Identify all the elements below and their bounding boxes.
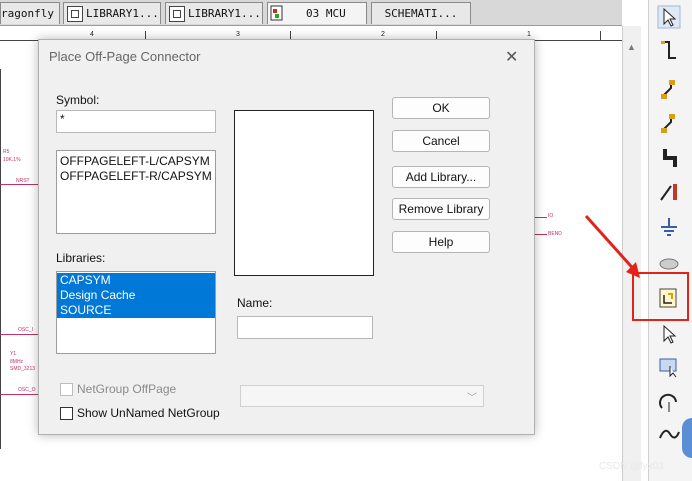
tab-dragonfly[interactable]: ragonfly: [0, 2, 60, 24]
select-icon[interactable]: [657, 322, 681, 346]
chevron-down-icon: ﹀: [467, 393, 477, 404]
netgroup-combo[interactable]: ﹀: [240, 385, 484, 407]
bus-entry-icon[interactable]: [657, 78, 681, 102]
schematic-label: Y1: [10, 351, 17, 357]
wire-icon[interactable]: [657, 38, 681, 62]
power-icon[interactable]: [657, 180, 681, 204]
ground-icon[interactable]: [657, 215, 681, 239]
tab-label: ragonfly: [1, 7, 54, 20]
tab-library-1[interactable]: LIBRARY1...: [63, 2, 161, 24]
scroll-up-icon[interactable]: ▲: [627, 42, 636, 52]
symbol-label: Symbol:: [56, 93, 100, 107]
tab-label: LIBRARY1...: [188, 7, 261, 20]
symbol-list[interactable]: OFFPAGELEFT-L/CAPSYM OFFPAGELEFT-R/CAPSY…: [56, 150, 216, 234]
schematic-label: BEND: [548, 231, 562, 237]
no-connect-icon[interactable]: [657, 250, 681, 274]
ok-button[interactable]: OK: [392, 97, 490, 119]
tab-label: SCHEMATI...: [384, 7, 458, 20]
list-item[interactable]: OFFPAGELEFT-L/CAPSYM: [57, 154, 215, 169]
netgroup-offpage-label: NetGroup OffPage: [77, 382, 177, 396]
schematic-label: OSC_O: [18, 387, 36, 393]
list-item[interactable]: SOURCE: [57, 303, 215, 318]
place-toolbar: [648, 0, 692, 481]
ruler-tick: 2: [381, 31, 385, 38]
tab-schematic[interactable]: SCHEMATI...: [371, 2, 471, 24]
ruler-tick: 3: [236, 31, 240, 38]
tab-library-2[interactable]: LIBRARY1...: [165, 2, 263, 24]
floating-assistant-button[interactable]: [682, 418, 692, 458]
bezier-icon[interactable]: [657, 422, 681, 446]
select-arrow-icon[interactable]: [657, 5, 681, 29]
net-alias-icon[interactable]: [657, 112, 681, 136]
schematic-label: R5: [3, 149, 10, 155]
name-input[interactable]: [237, 316, 373, 339]
list-item[interactable]: Design Cache: [57, 288, 215, 303]
list-item[interactable]: OFFPAGELEFT-R/CAPSYM: [57, 169, 215, 184]
close-icon[interactable]: ✕: [505, 47, 518, 67]
show-unnamed-netgroup-checkbox[interactable]: [60, 407, 73, 420]
library-icon: [169, 6, 185, 22]
ruler-tick: 4: [90, 31, 94, 38]
libraries-label: Libraries:: [56, 251, 106, 265]
schematic-label: IO: [548, 213, 554, 219]
schematic-label: SMD_3213: [10, 366, 36, 372]
help-button[interactable]: Help: [392, 231, 490, 253]
bus-icon[interactable]: [657, 146, 681, 170]
place-off-page-connector-dialog: Place Off-Page Connector ✕ Symbol: * OFF…: [38, 39, 535, 435]
cancel-button[interactable]: Cancel: [392, 130, 490, 152]
symbol-preview: [234, 110, 374, 276]
annotation-highlight-box: [632, 272, 689, 321]
tab-label: 03 MCU: [306, 7, 346, 20]
library-icon: [67, 6, 83, 22]
schematic-page-icon: [270, 5, 283, 21]
tab-03-mcu[interactable]: 03 MCU: [267, 2, 367, 24]
add-library-button[interactable]: Add Library...: [392, 166, 490, 188]
show-unnamed-netgroup-label: Show UnNamed NetGroup: [77, 406, 220, 420]
symbol-input[interactable]: *: [56, 110, 216, 133]
document-tab-bar: ragonfly LIBRARY1... LIBRARY1... 03 MCU …: [0, 0, 622, 26]
watermark: CSDN @lyx03: [599, 461, 664, 472]
schematic-label: 8MHz: [10, 359, 24, 365]
name-label: Name:: [237, 296, 273, 310]
schematic-label: OSC_I: [18, 327, 34, 333]
list-item[interactable]: CAPSYM: [57, 273, 215, 288]
netgroup-offpage-checkbox[interactable]: [60, 383, 73, 396]
arc-icon[interactable]: [657, 390, 681, 414]
tab-label: LIBRARY1...: [86, 7, 159, 20]
libraries-list[interactable]: CAPSYM Design Cache SOURCE: [56, 271, 216, 354]
dialog-title: Place Off-Page Connector: [49, 49, 201, 64]
ruler-tick: 1: [527, 31, 531, 38]
schematic-label: 10K,1%: [3, 157, 21, 163]
remove-library-button[interactable]: Remove Library: [392, 198, 490, 220]
place-part-icon[interactable]: [657, 354, 681, 378]
